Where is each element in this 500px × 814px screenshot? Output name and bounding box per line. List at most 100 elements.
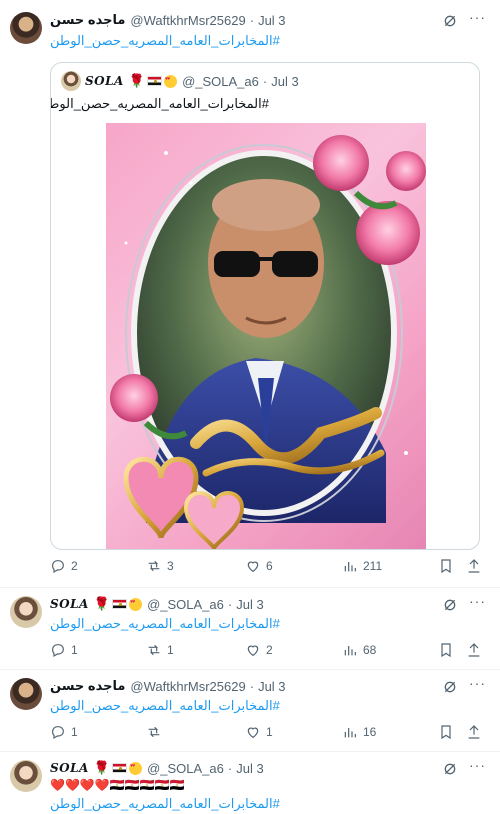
repost-button[interactable]	[146, 724, 167, 740]
more-icon[interactable]: ···	[469, 593, 486, 609]
name-emojis: 🌹	[93, 596, 143, 612]
bookmark-icon[interactable]	[438, 558, 454, 574]
like-count: 6	[266, 559, 273, 573]
like-icon	[247, 727, 259, 739]
grok-icon[interactable]	[442, 761, 458, 777]
reply-count: 1	[71, 643, 78, 657]
post-image[interactable]	[106, 123, 426, 549]
display-name[interactable]: ماجده حسن	[50, 12, 125, 28]
quote-text: #المخابرات_العامه_المصريه_حصن_الوطن	[50, 96, 269, 111]
like-button[interactable]: 2	[245, 642, 273, 658]
handle[interactable]: @_SOLA_a6	[147, 761, 224, 776]
name-emojis: 🌹	[128, 73, 178, 89]
more-icon[interactable]: ···	[469, 757, 486, 773]
post-image-art	[110, 135, 426, 549]
grok-icon[interactable]	[442, 597, 458, 613]
avatar[interactable]	[61, 71, 81, 91]
separator: ·	[262, 73, 268, 89]
action-bar: 1 1 16	[50, 724, 490, 744]
display-name[interactable]: 𝑺𝑶𝑳𝑨	[50, 761, 89, 775]
heart-eyes-icon	[129, 597, 143, 611]
repost-icon	[148, 560, 160, 572]
share-icon[interactable]	[466, 642, 482, 658]
egypt-flag-icon	[147, 76, 163, 86]
name-emojis: 🌹	[93, 760, 143, 776]
timestamp[interactable]: Jul 3	[258, 13, 285, 28]
timestamp[interactable]: Jul 3	[236, 597, 263, 612]
handle[interactable]: @_SOLA_a6	[147, 597, 224, 612]
avatar[interactable]	[10, 678, 42, 710]
handle[interactable]: @_SOLA_a6	[182, 74, 259, 89]
rose-icon: 🌹	[93, 596, 111, 611]
tweet-header: 𝑺𝑶𝑳𝑨 🌹 @_SOLA_a6 · Jul 3	[50, 596, 264, 612]
hashtag-link[interactable]: #المخابرات_العامه_المصريه_حصن_الوطن	[50, 796, 280, 812]
reply-count: 2	[71, 559, 78, 573]
reply-icon	[52, 560, 64, 574]
avatar[interactable]	[10, 12, 42, 44]
views-count: 16	[363, 725, 377, 739]
more-icon[interactable]: ···	[469, 9, 486, 25]
tweet[interactable]: ماجده حسن @WaftkhrMsr25629 · Jul 3 ··· #…	[0, 0, 500, 588]
tweet-header: ماجده حسن @WaftkhrMsr25629 · Jul 3	[50, 12, 286, 28]
views-button[interactable]: 211	[342, 558, 382, 574]
like-button[interactable]: 6	[245, 558, 273, 574]
repost-count: 1	[167, 643, 174, 657]
like-button[interactable]: 1	[245, 724, 273, 740]
handle[interactable]: @WaftkhrMsr25629	[130, 679, 245, 694]
grok-icon[interactable]	[442, 13, 458, 29]
reply-icon	[52, 644, 64, 658]
tweet[interactable]: 𝑺𝑶𝑳𝑨 🌹 @_SOLA_a6 · Jul 3 ··· ❤️❤️❤️❤️🇪🇬🇪…	[0, 752, 500, 814]
display-name[interactable]: 𝑺𝑶𝑳𝑨	[50, 597, 89, 611]
timestamp[interactable]: Jul 3	[258, 679, 285, 694]
bookmark-icon[interactable]	[438, 642, 454, 658]
heart-eyes-icon	[129, 761, 143, 775]
display-name[interactable]: ماجده حسن	[50, 678, 125, 694]
handle[interactable]: @WaftkhrMsr25629	[130, 13, 245, 28]
repost-button[interactable]: 3	[146, 558, 174, 574]
egypt-flag-icon	[112, 599, 128, 609]
like-icon	[247, 645, 259, 657]
bookmark-icon[interactable]	[438, 724, 454, 740]
display-name[interactable]: 𝑺𝑶𝑳𝑨	[85, 74, 124, 88]
views-icon	[344, 646, 356, 656]
rose-icon: 🌹	[93, 760, 111, 775]
avatar[interactable]	[10, 760, 42, 792]
repost-button[interactable]: 1	[146, 642, 174, 658]
reply-icon	[52, 726, 64, 740]
action-bar: 1 1 2 68	[50, 642, 490, 662]
tweet-header: 𝑺𝑶𝑳𝑨 🌹 @_SOLA_a6 · Jul 3	[50, 760, 264, 776]
repost-icon	[148, 644, 160, 656]
avatar[interactable]	[10, 596, 42, 628]
like-count: 1	[266, 725, 273, 739]
timestamp[interactable]: Jul 3	[236, 761, 263, 776]
reply-count: 1	[71, 725, 78, 739]
hashtag-link[interactable]: #المخابرات_العامه_المصريه_حصن_الوطن	[50, 616, 280, 632]
timestamp[interactable]: Jul 3	[271, 74, 298, 89]
share-icon[interactable]	[466, 724, 482, 740]
quoted-tweet[interactable]: 𝑺𝑶𝑳𝑨 🌹 @_SOLA_a6 · Jul 3 #المخابرات_العا…	[50, 62, 480, 550]
share-icon[interactable]	[466, 558, 482, 574]
hashtag-link[interactable]: #المخابرات_العامه_المصريه_حصن_الوطن	[50, 698, 280, 714]
tweet[interactable]: 𝑺𝑶𝑳𝑨 🌹 @_SOLA_a6 · Jul 3 ··· #المخابرات_…	[0, 588, 500, 670]
views-icon	[344, 728, 356, 738]
hashtag-link[interactable]: #المخابرات_العامه_المصريه_حصن_الوطن	[50, 33, 280, 49]
views-button[interactable]: 68	[342, 642, 376, 658]
views-count: 211	[363, 559, 383, 573]
views-button[interactable]: 16	[342, 724, 376, 740]
grok-icon[interactable]	[442, 679, 458, 695]
tweet-header: ماجده حسن @WaftkhrMsr25629 · Jul 3	[50, 678, 286, 694]
separator: ·	[249, 12, 255, 28]
repost-icon	[148, 726, 160, 738]
quote-header: 𝑺𝑶𝑳𝑨 🌹 @_SOLA_a6 · Jul 3	[61, 71, 299, 91]
reply-button[interactable]: 1	[50, 724, 78, 740]
rose-icon: 🌹	[128, 73, 146, 88]
reply-button[interactable]: 1	[50, 642, 78, 658]
reply-button[interactable]: 2	[50, 558, 78, 574]
separator: ·	[227, 760, 233, 776]
tweet[interactable]: ماجده حسن @WaftkhrMsr25629 · Jul 3 ··· #…	[0, 670, 500, 752]
more-icon[interactable]: ···	[469, 675, 486, 691]
views-count: 68	[363, 643, 377, 657]
views-icon	[344, 562, 356, 572]
heart-eyes-icon	[164, 74, 178, 88]
action-bar: 2 3 6 211	[50, 558, 490, 578]
